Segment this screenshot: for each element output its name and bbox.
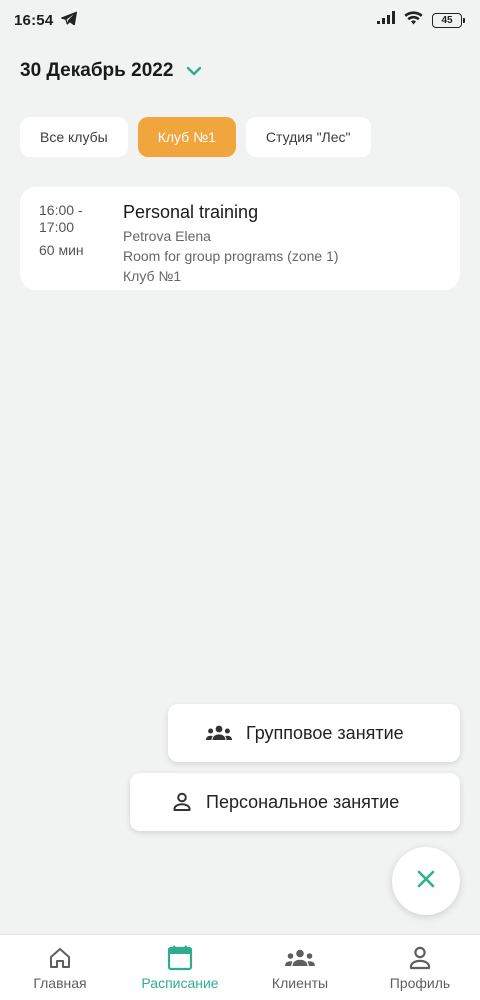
battery-icon: 45	[432, 12, 465, 28]
chevron-down-icon[interactable]	[185, 62, 203, 80]
bottom-nav: Главная Расписание Клиенты Профиль	[0, 934, 480, 1000]
signal-icon	[377, 11, 395, 29]
chip-all-clubs[interactable]: Все клубы	[20, 117, 128, 157]
event-title: Personal training	[123, 202, 259, 222]
close-fab-button[interactable]	[392, 847, 460, 915]
date-title: 30 Декабрь 2022	[20, 60, 174, 81]
nav-clients[interactable]: Клиенты	[245, 945, 355, 991]
chip-club-1[interactable]: Клуб №1	[137, 117, 236, 157]
status-time: 16:54	[14, 11, 54, 29]
nav-schedule[interactable]: Расписание	[125, 945, 235, 991]
chip-studio-les[interactable]: Студия "Лес"	[245, 117, 371, 157]
add-group-session-button[interactable]: Групповое занятие	[168, 704, 460, 762]
group-session-label: Групповое занятие	[246, 722, 404, 743]
event-club: Клуб №1	[123, 268, 182, 284]
clients-icon	[285, 945, 315, 971]
personal-session-label: Персональное занятие	[206, 791, 400, 812]
nav-home-label: Главная	[33, 975, 87, 991]
club-filter: Все клубы Клуб №1 Студия "Лес"	[20, 117, 371, 157]
calendar-icon	[167, 945, 193, 971]
nav-schedule-label: Расписание	[141, 975, 219, 991]
nav-home[interactable]: Главная	[5, 945, 115, 991]
nav-profile-label: Профиль	[389, 975, 451, 991]
profile-icon	[409, 945, 431, 971]
person-icon	[172, 792, 192, 812]
nav-clients-label: Клиенты	[271, 975, 329, 991]
status-bar: 16:54 45	[0, 0, 480, 40]
battery-level: 45	[441, 14, 453, 26]
group-icon	[206, 725, 232, 741]
close-icon	[416, 869, 436, 894]
schedule-screen: 16:54 45 30 Декабрь 2022 Все клубы Клуб …	[0, 0, 480, 1000]
add-personal-session-button[interactable]: Персональное занятие	[130, 773, 460, 831]
event-trainer: Petrova Elena	[123, 228, 211, 244]
nav-profile[interactable]: Профиль	[365, 945, 475, 991]
event-time: 16:00 - 17:00 60 мин	[39, 202, 123, 290]
wifi-icon	[404, 10, 423, 30]
event-room: Room for group programs (zone 1)	[123, 248, 339, 264]
event-duration: 60 мин	[39, 242, 84, 258]
home-icon	[48, 945, 72, 971]
date-selector[interactable]: 30 Декабрь 2022	[20, 60, 203, 82]
event-card[interactable]: 16:00 - 17:00 60 мин Personal training P…	[20, 187, 460, 290]
event-time-range: 16:00 - 17:00	[39, 202, 83, 235]
telegram-icon	[61, 11, 78, 30]
